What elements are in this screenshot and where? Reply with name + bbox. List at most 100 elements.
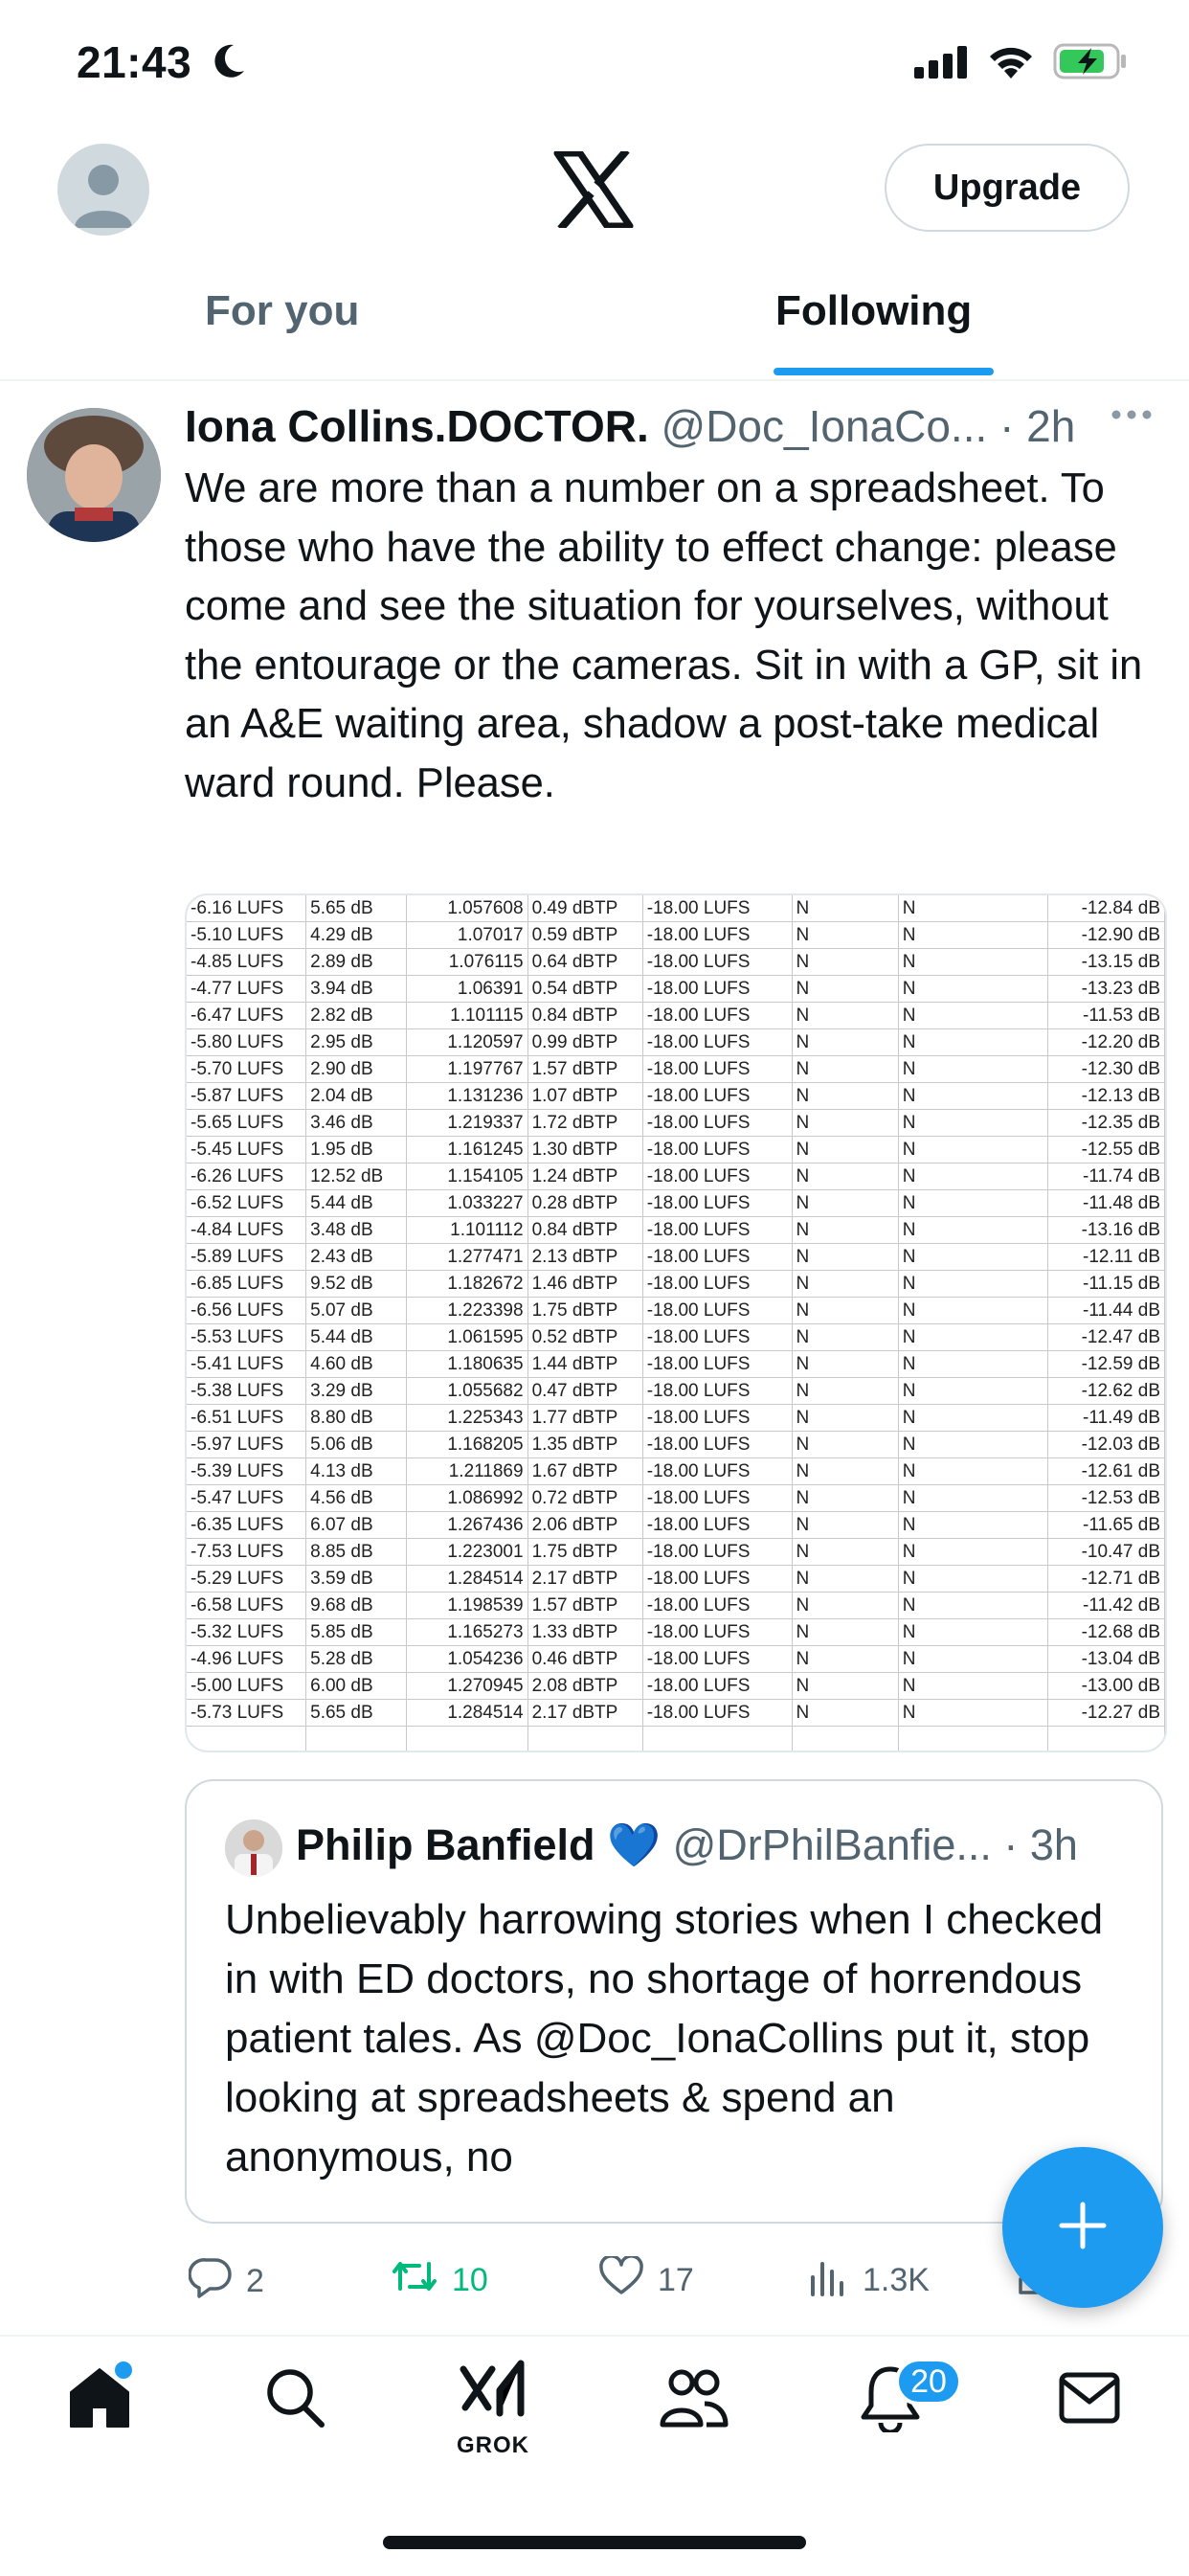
repost-button[interactable]: 10: [391, 2256, 488, 2305]
spreadsheet-cell: N: [792, 1457, 899, 1485]
spreadsheet-row: -6.58 LUFS 9.68 dB 1.198539 1.57 dBTP -18.00…: [187, 1592, 1165, 1619]
spreadsheet-cell: -6.47 LUFS: [187, 1002, 307, 1029]
spreadsheet-cell: -12.30 dB: [1047, 1055, 1165, 1083]
post-author-avatar[interactable]: [27, 408, 161, 542]
post-author-handle[interactable]: @Doc_IonaCo...: [662, 401, 988, 451]
spreadsheet-cell: 1.120597: [406, 1028, 528, 1056]
moon-icon: [213, 42, 247, 85]
x-logo-icon[interactable]: [553, 147, 634, 233]
spreadsheet-cell: N: [792, 1136, 899, 1164]
spreadsheet-cell: -6.58 LUFS: [187, 1592, 307, 1619]
spreadsheet-cell: 1.30 dBTP: [527, 1136, 643, 1164]
spreadsheet-cell: N: [792, 1672, 899, 1700]
spreadsheet-cell: N: [792, 948, 899, 976]
upgrade-button[interactable]: Upgrade: [885, 144, 1130, 232]
reply-count: 2: [246, 2263, 264, 2299]
spreadsheet-row: -5.47 LUFS 4.56 dB 1.086992 0.72 dBTP -18.00…: [187, 1484, 1165, 1512]
spreadsheet-cell: -5.45 LUFS: [187, 1136, 307, 1164]
spreadsheet-cell: N: [898, 975, 1048, 1003]
spreadsheet-cell: N: [792, 1323, 899, 1351]
nav-search[interactable]: [262, 2363, 327, 2437]
wifi-icon: [986, 42, 1036, 85]
more-options-icon[interactable]: [1110, 408, 1153, 426]
spreadsheet-cell: N: [898, 1270, 1048, 1298]
spreadsheet-cell: 1.35 dBTP: [527, 1431, 643, 1458]
nav-grok[interactable]: [458, 2360, 528, 2422]
spreadsheet-cell: -12.13 dB: [1047, 1082, 1165, 1110]
spreadsheet-cell: 1.277471: [406, 1243, 528, 1271]
spreadsheet-cell: 4.29 dB: [305, 921, 407, 949]
profile-avatar[interactable]: [57, 144, 149, 236]
spreadsheet-row: -6.85 LUFS 9.52 dB 1.182672 1.46 dBTP -18.00…: [187, 1270, 1165, 1298]
like-button[interactable]: 17: [598, 2254, 694, 2305]
spreadsheet-cell: 1.180635: [406, 1350, 528, 1378]
spreadsheet-cell: N: [898, 1297, 1048, 1324]
spreadsheet-cell: N: [898, 1323, 1048, 1351]
spreadsheet-cell: [305, 1726, 407, 1751]
spreadsheet-row: [187, 1726, 1165, 1751]
spreadsheet-cell: -12.11 dB: [1047, 1243, 1165, 1271]
spreadsheet-cell: N: [792, 1109, 899, 1137]
spreadsheet-cell: -10.47 dB: [1047, 1538, 1165, 1566]
post-header: Iona Collins.DOCTOR. @Doc_IonaCo... · 2h: [185, 400, 1075, 452]
tab-following[interactable]: Following: [775, 287, 972, 335]
spreadsheet-row: -4.84 LUFS 3.48 dB 1.101112 0.84 dBTP -18.00…: [187, 1216, 1165, 1244]
spreadsheet-cell: 5.06 dB: [305, 1431, 407, 1458]
spreadsheet-cell: N: [792, 1055, 899, 1083]
spreadsheet-cell: 1.101112: [406, 1216, 528, 1244]
spreadsheet-cell: 4.13 dB: [305, 1457, 407, 1485]
spreadsheet-cell: 2.04 dB: [305, 1082, 407, 1110]
post-author-name[interactable]: Iona Collins.DOCTOR.: [185, 401, 649, 451]
spreadsheet-cell: -13.15 dB: [1047, 948, 1165, 976]
spreadsheet-cell: N: [792, 1511, 899, 1539]
quoted-author-name[interactable]: Philip Banfield: [296, 1820, 595, 1869]
reply-button[interactable]: 2: [188, 2256, 264, 2307]
spreadsheet-cell: 1.95 dB: [305, 1136, 407, 1164]
spreadsheet-row: -5.10 LUFS 4.29 dB 1.07017 0.59 dBTP -18.00 …: [187, 921, 1165, 949]
search-icon: [262, 2369, 327, 2436]
spreadsheet-cell: 0.46 dBTP: [527, 1645, 643, 1673]
nav-messages[interactable]: [1057, 2363, 1122, 2437]
spreadsheet-cell: N: [792, 921, 899, 949]
cellular-signal-icon: [914, 46, 968, 83]
spreadsheet-row: -6.56 LUFS 5.07 dB 1.223398 1.75 dBTP -18.00…: [187, 1297, 1165, 1324]
spreadsheet-cell: -6.35 LUFS: [187, 1511, 307, 1539]
spreadsheet-cell: -18.00 LUFS: [642, 1109, 793, 1137]
spreadsheet-cell: 3.46 dB: [305, 1109, 407, 1137]
nav-communities[interactable]: [657, 2363, 729, 2437]
spreadsheet-cell: 1.182672: [406, 1270, 528, 1298]
repost-count: 10: [452, 2262, 488, 2298]
spreadsheet-cell: [792, 1726, 899, 1751]
quoted-author-handle[interactable]: @DrPhilBanfie...: [673, 1820, 992, 1869]
spreadsheet-image[interactable]: -6.16 LUFS 5.65 dB 1.057608 0.49 dBTP -18.00…: [185, 893, 1167, 1752]
spreadsheet-cell: [187, 1726, 307, 1751]
spreadsheet-row: -7.53 LUFS 8.85 dB 1.223001 1.75 dBTP -18.00…: [187, 1538, 1165, 1566]
spreadsheet-cell: N: [792, 1484, 899, 1512]
like-count: 17: [658, 2262, 694, 2298]
spreadsheet-row: -6.16 LUFS 5.65 dB 1.057608 0.49 dBTP -18.00…: [187, 895, 1165, 922]
spreadsheet-row: -5.80 LUFS 2.95 dB 1.120597 0.99 dBTP -18.00…: [187, 1028, 1165, 1056]
home-icon: [65, 2368, 134, 2436]
quoted-post-header: Philip Banfield 💙 @DrPhilBanfie... · 3h: [296, 1819, 1078, 1870]
post-timestamp: · 2h: [999, 401, 1076, 451]
spreadsheet-cell: 1.057608: [406, 895, 528, 922]
compose-post-button[interactable]: [1002, 2147, 1163, 2308]
spreadsheet-cell: -5.65 LUFS: [187, 1109, 307, 1137]
views-button[interactable]: 1.3K: [807, 2256, 930, 2305]
notifications-badge: 20: [895, 2358, 962, 2406]
spreadsheet-cell: -18.00 LUFS: [642, 948, 793, 976]
quoted-post[interactable]: Philip Banfield 💙 @DrPhilBanfie... · 3h …: [185, 1779, 1163, 2224]
spreadsheet-cell: -5.29 LUFS: [187, 1565, 307, 1593]
spreadsheet-cell: -13.23 dB: [1047, 975, 1165, 1003]
spreadsheet-cell: 0.47 dBTP: [527, 1377, 643, 1405]
spreadsheet-cell: 3.94 dB: [305, 975, 407, 1003]
spreadsheet-cell: 4.60 dB: [305, 1350, 407, 1378]
spreadsheet-cell: 4.56 dB: [305, 1484, 407, 1512]
spreadsheet-cell: 0.72 dBTP: [527, 1484, 643, 1512]
spreadsheet-row: -6.35 LUFS 6.07 dB 1.267436 2.06 dBTP -18.00…: [187, 1511, 1165, 1539]
tab-for-you[interactable]: For you: [205, 287, 359, 335]
quoted-author-avatar[interactable]: [225, 1819, 282, 1877]
spreadsheet-cell: 5.85 dB: [305, 1618, 407, 1646]
spreadsheet-cell: 5.65 dB: [305, 1699, 407, 1727]
blue-heart-emoji: 💙: [607, 1820, 662, 1869]
